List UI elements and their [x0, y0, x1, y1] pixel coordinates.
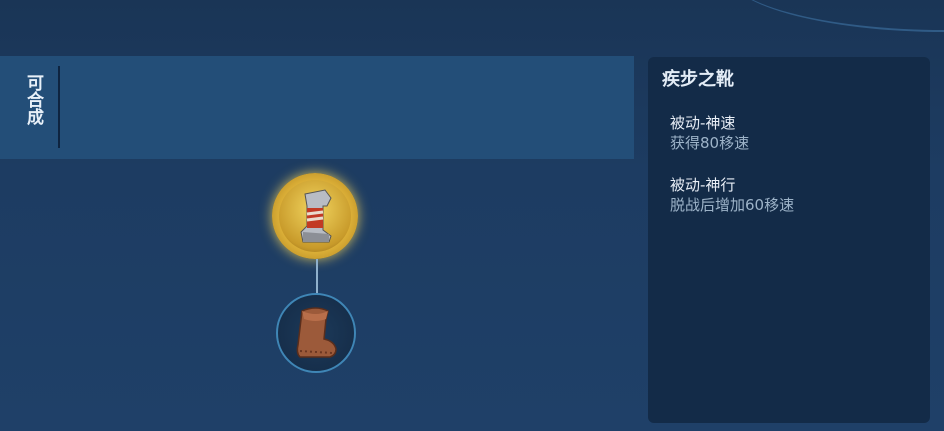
item-name: 疾步之靴 [662, 69, 734, 90]
item-node-upgraded[interactable] [272, 173, 358, 259]
effect-title: 被动-神行 [670, 176, 736, 194]
craftable-label: 可合成 [23, 74, 43, 125]
effect-description: 获得80移速 [670, 134, 750, 152]
effect-title: 被动-神速 [670, 114, 736, 132]
passive-effect-2: 被动-神行 脱战后增加60移速 [670, 175, 794, 215]
basic-boots-icon [296, 307, 337, 358]
boots-upgraded-icon [279, 180, 351, 252]
divider [58, 66, 60, 148]
effect-description: 脱战后增加60移速 [670, 196, 795, 214]
tree-connector [316, 259, 318, 295]
item-node-basic[interactable] [276, 293, 356, 373]
item-detail-panel: 疾步之靴 被动-神速 获得80移速 被动-神行 脱战后增加60移速 [648, 57, 930, 423]
passive-effect-1: 被动-神速 获得80移速 [670, 113, 749, 153]
decorative-arc [724, 0, 944, 32]
item-tree [0, 159, 634, 431]
recipe-bar: 可合成 [0, 56, 634, 159]
